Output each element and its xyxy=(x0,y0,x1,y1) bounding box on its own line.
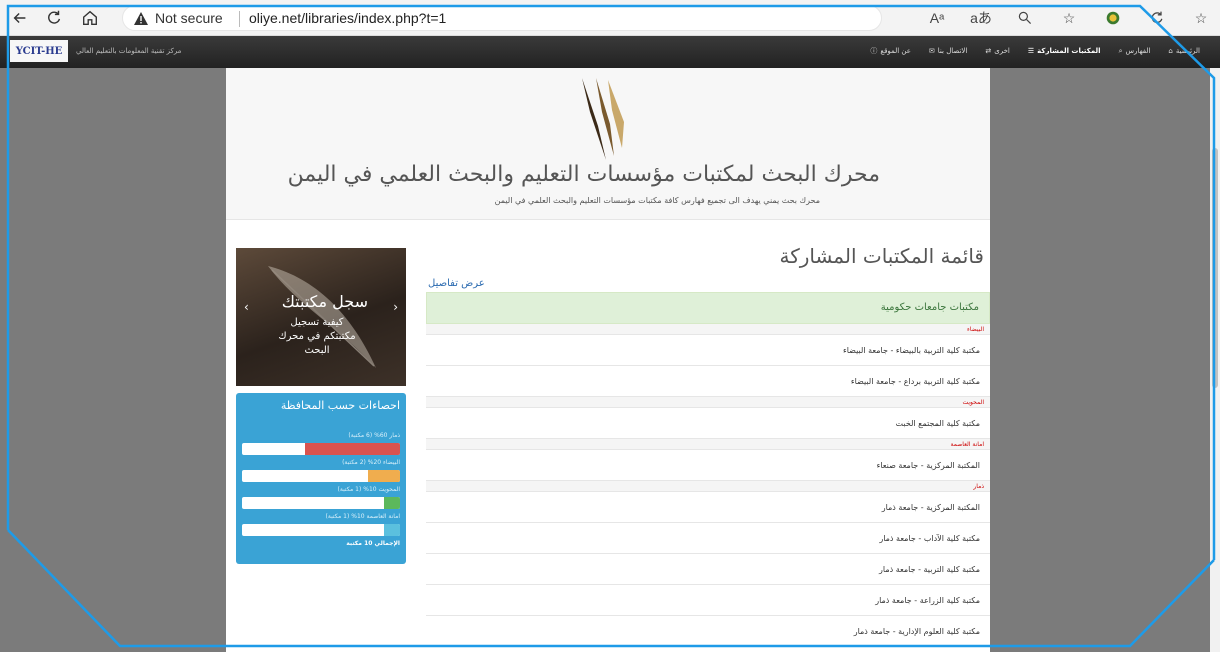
nav-item-libraries[interactable]: ☰ المكتبات المشاركة xyxy=(1028,46,1101,56)
panel-title: مكتبات جامعات حكومية xyxy=(880,302,979,313)
site-logo[interactable] xyxy=(576,78,630,160)
carousel-prev-icon[interactable]: ‹ xyxy=(244,300,249,314)
stats-hint xyxy=(242,418,400,428)
stat-progress-fill xyxy=(384,497,400,509)
register-library-carousel[interactable]: ‹ › سجل مكتبتك كيفية تسجيل مكتبتكم في مح… xyxy=(236,248,406,386)
zoom-icon[interactable] xyxy=(1014,7,1036,29)
back-icon[interactable] xyxy=(8,6,32,30)
library-row[interactable]: مكتبة كلية التربية برداع - جامعة البيضاء xyxy=(426,366,990,397)
banner-text: كيفية تسجيل مكتبتكم في محرك البحث xyxy=(278,317,356,356)
stat-label: البيضاء 20% (2 مكتبة) xyxy=(342,459,400,466)
banner-title: سجل مكتبتك xyxy=(281,292,368,311)
library-row[interactable]: مكتبة كلية العلوم الإدارية - جامعة ذمار xyxy=(426,616,990,647)
nav-item-contact[interactable]: ✉ الاتصال بنا xyxy=(929,46,967,56)
read-aloud-icon[interactable]: Aᵃ xyxy=(926,7,948,29)
hero-header: محرك البحث لمكتبات مؤسسات التعليم والبحث… xyxy=(226,68,990,220)
region-row: البيضاء xyxy=(426,324,990,335)
refresh-icon[interactable] xyxy=(42,6,66,30)
ycit-logo[interactable]: YCIT-HE xyxy=(10,40,68,62)
panel-heading: مكتبات جامعات حكومية xyxy=(426,292,990,324)
scrollbar-thumb[interactable] xyxy=(1212,148,1218,388)
stat-progress-fill xyxy=(368,470,400,482)
library-row[interactable]: مكتبة كلية الآداب - جامعة ذمار xyxy=(426,523,990,554)
search-icon: ⌕ xyxy=(1118,46,1123,55)
address-bar[interactable]: Not secure oliye.net/libraries/index.php… xyxy=(122,5,882,31)
home-icon[interactable] xyxy=(78,6,102,30)
library-row[interactable]: مكتبة كلية المجتمع الخبت xyxy=(426,408,990,439)
show-details-link[interactable]: عرض تفاصيل xyxy=(428,278,485,289)
page-scrollbar[interactable] xyxy=(1210,68,1220,652)
envelope-icon: ✉ xyxy=(928,47,935,55)
stat-progress-fill xyxy=(305,443,400,455)
hero-subtitle: محرك بحث يمني يهدف الى تجميع فهارس كافة … xyxy=(494,196,820,205)
warning-icon xyxy=(134,12,148,25)
browser-toolbar: Not secure oliye.net/libraries/index.php… xyxy=(0,0,1220,36)
region-row: امانة العاصمة xyxy=(426,439,990,450)
address-separator xyxy=(239,11,240,27)
library-row[interactable]: مكتبة كلية الزراعة - جامعة ذمار xyxy=(426,585,990,616)
stat-label: امانة العاصمة 10% (1 مكتبة) xyxy=(325,513,400,520)
nav-item-catalogs[interactable]: ⌕ الفهارس xyxy=(1119,46,1151,56)
stat-label: المحويت 10% (1 مكتبة) xyxy=(337,486,400,493)
stats-panel: احصاءات حسب المحافظة ذمار 60% (6 مكتبة) … xyxy=(236,393,406,564)
region-row: ذمار xyxy=(426,481,990,492)
nav-item-about[interactable]: ⓘ عن الموقع xyxy=(870,46,911,56)
favorite-star-icon[interactable]: ☆ xyxy=(1058,7,1080,29)
favorites-icon[interactable]: ☆ xyxy=(1190,7,1212,29)
stat-progress-fill xyxy=(384,524,400,536)
sidebar: ‹ › سجل مكتبتك كيفية تسجيل مكتبتكم في مح… xyxy=(236,248,406,564)
region-row: المحويت xyxy=(426,397,990,408)
nav-item-other[interactable]: ⇄ اخرى xyxy=(985,46,1010,56)
extension-icon[interactable] xyxy=(1102,7,1124,29)
library-row[interactable]: مكتبة كلية التربية - جامعة ذمار xyxy=(426,554,990,585)
carousel-next-icon[interactable]: › xyxy=(393,300,398,314)
hero-title: محرك البحث لمكتبات مؤسسات التعليم والبحث… xyxy=(287,162,880,187)
translate-icon[interactable]: aあ xyxy=(970,7,992,29)
info-icon: ⓘ xyxy=(870,47,878,55)
org-name[interactable]: مركز تقنية المعلومات بالتعليم العالي xyxy=(76,47,181,55)
stat-progress-bar xyxy=(242,443,400,455)
shuffle-icon: ⇄ xyxy=(985,47,992,55)
list-icon: ☰ xyxy=(1027,47,1035,55)
library-row[interactable]: المكتبة المركزية - جامعة صنعاء xyxy=(426,450,990,481)
libraries-list-section: قائمة المكتبات المشاركة عرض تفاصيل مكتبا… xyxy=(426,220,990,652)
library-row[interactable]: المكتبة المركزية - جامعة ذمار xyxy=(426,492,990,523)
not-secure-label[interactable]: Not secure xyxy=(155,10,223,26)
page-title: قائمة المكتبات المشاركة xyxy=(779,244,984,268)
library-rows: البيضاء مكتبة كلية التربية بالبيضاء - جا… xyxy=(426,324,990,647)
stats-title: احصاءات حسب المحافظة xyxy=(280,399,400,412)
main-container: محرك البحث لمكتبات مؤسسات التعليم والبحث… xyxy=(226,68,990,652)
site-navbar: YCIT-HE مركز تقنية المعلومات بالتعليم ال… xyxy=(0,36,1220,68)
refresh-page-icon[interactable] xyxy=(1146,7,1168,29)
stat-label: ذمار 60% (6 مكتبة) xyxy=(348,432,400,439)
stat-progress-bar xyxy=(242,524,400,536)
library-row[interactable]: مكتبة كلية التربية بالبيضاء - جامعة البي… xyxy=(426,335,990,366)
nav-item-home[interactable]: ⌂ الرئيسية xyxy=(1168,46,1200,56)
home-icon: ⌂ xyxy=(1168,47,1173,55)
stats-total: الإجمالي 10 مكتبة xyxy=(346,540,400,547)
stat-progress-bar xyxy=(242,497,400,509)
stat-progress-bar xyxy=(242,470,400,482)
url-text[interactable]: oliye.net/libraries/index.php?t=1 xyxy=(249,10,446,26)
